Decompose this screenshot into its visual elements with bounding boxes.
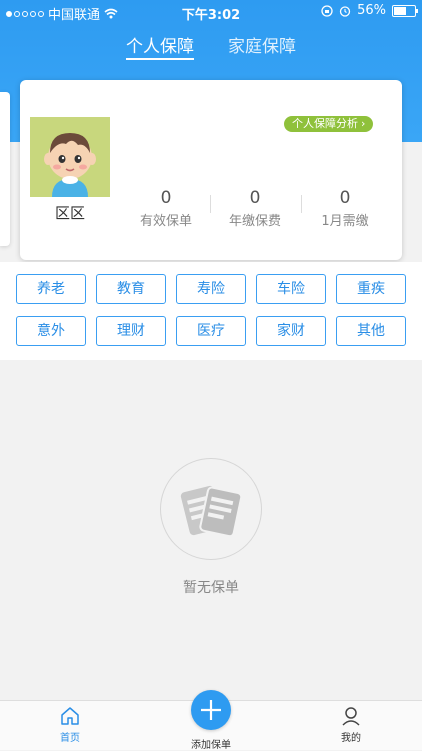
stat-due-this-month[interactable]: 0 1月需缴 xyxy=(305,188,385,229)
rotation-lock-icon xyxy=(321,4,333,17)
tab-home[interactable]: 首页 xyxy=(30,705,110,744)
category-critical-illness[interactable]: 重疾 xyxy=(336,274,406,304)
personal-analysis-button[interactable]: 个人保障分析 › xyxy=(284,116,374,132)
category-accident[interactable]: 意外 xyxy=(16,316,86,346)
stat-value: 0 xyxy=(339,188,351,208)
stat-value: 0 xyxy=(249,188,261,208)
category-other[interactable]: 其他 xyxy=(336,316,406,346)
empty-state-circle xyxy=(160,458,262,560)
stat-label: 年缴保费 xyxy=(228,214,281,229)
category-medical[interactable]: 医疗 xyxy=(176,316,246,346)
stat-value: 0 xyxy=(160,188,172,208)
category-life[interactable]: 寿险 xyxy=(176,274,246,304)
user-icon xyxy=(342,707,360,726)
category-education[interactable]: 教育 xyxy=(96,274,166,304)
battery-icon xyxy=(392,4,418,17)
status-bar: 中国联通 下午3:02 56% xyxy=(0,0,422,24)
tab-family-protection[interactable]: 家庭保障 xyxy=(228,32,296,57)
category-pension[interactable]: 养老 xyxy=(16,274,86,304)
divider xyxy=(210,195,211,213)
category-grid: 养老 教育 寿险 车险 重疾 意外 理财 医疗 家财 其他 xyxy=(0,262,422,360)
tab-home-label: 首页 xyxy=(60,733,80,744)
tab-add-label: 添加保单 xyxy=(191,740,231,751)
category-auto[interactable]: 车险 xyxy=(256,274,326,304)
tab-me-label: 我的 xyxy=(341,733,361,744)
tab-personal-protection[interactable]: 个人保障 xyxy=(126,32,194,57)
profile-card: 个人保障分析 › 区区 0 有效保单 0 年缴保费 0 1月需缴 xyxy=(20,80,402,260)
add-policy-button[interactable] xyxy=(191,690,231,730)
battery-percent: 56% xyxy=(357,3,386,18)
chevron-right-icon: › xyxy=(361,117,366,130)
empty-state-text: 暂无保单 xyxy=(183,580,239,596)
plus-icon xyxy=(201,700,221,720)
tab-me[interactable]: 我的 xyxy=(311,705,391,744)
baby-avatar-icon xyxy=(30,117,110,197)
stat-label: 1月需缴 xyxy=(321,214,369,229)
analysis-button-label: 个人保障分析 xyxy=(292,117,358,130)
user-name: 区区 xyxy=(54,204,85,222)
stat-annual-premium[interactable]: 0 年缴保费 xyxy=(215,188,295,229)
home-icon xyxy=(61,707,79,725)
avatar[interactable] xyxy=(30,117,110,197)
category-property[interactable]: 家财 xyxy=(256,316,326,346)
policy-document-icon xyxy=(180,485,243,538)
divider xyxy=(301,195,302,213)
active-tab-indicator xyxy=(126,58,194,60)
stat-label: 有效保单 xyxy=(139,214,192,229)
alarm-icon xyxy=(339,5,351,17)
previous-card-peek[interactable] xyxy=(0,92,10,246)
segment-tabs: 个人保障 家庭保障 xyxy=(0,32,422,62)
category-wealth[interactable]: 理财 xyxy=(96,316,166,346)
stat-active-policies[interactable]: 0 有效保单 xyxy=(126,188,206,229)
